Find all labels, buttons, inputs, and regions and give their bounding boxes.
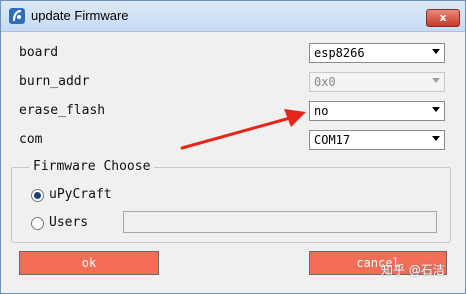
burn-addr-select: 0x0 xyxy=(309,72,445,92)
board-label: board xyxy=(19,45,59,60)
chevron-down-icon xyxy=(432,107,440,112)
window-title: update Firmware xyxy=(31,8,129,23)
burn-addr-value: 0x0 xyxy=(314,75,336,89)
erase-flash-select[interactable]: no xyxy=(309,101,445,121)
app-icon xyxy=(9,8,25,24)
chevron-down-icon xyxy=(432,78,440,83)
erase-flash-label: erase_flash xyxy=(19,103,106,118)
com-select[interactable]: COM17 xyxy=(309,130,445,150)
users-firmware-path-input[interactable] xyxy=(123,211,437,233)
close-button[interactable]: x xyxy=(426,9,460,27)
radio-upycraft-label[interactable]: uPyCraft xyxy=(49,187,112,202)
ok-button[interactable]: ok xyxy=(19,251,159,275)
chevron-down-icon xyxy=(432,49,440,54)
com-value: COM17 xyxy=(314,133,351,147)
com-label: com xyxy=(19,132,43,147)
radio-selected-dot xyxy=(34,192,41,199)
title-bar[interactable]: update Firmware x xyxy=(1,1,465,32)
erase-flash-value: no xyxy=(314,104,329,118)
radio-users-label[interactable]: Users xyxy=(49,215,88,230)
dialog-body: board esp8266 burn_addr 0x0 erase_flash … xyxy=(9,33,457,285)
update-firmware-dialog: update Firmware x board esp8266 burn_add… xyxy=(0,0,466,294)
chevron-down-icon xyxy=(432,136,440,141)
burn-addr-label: burn_addr xyxy=(19,74,90,89)
watermark: 知乎 @石洁 xyxy=(381,263,445,277)
board-select[interactable]: esp8266 xyxy=(309,43,445,63)
board-value: esp8266 xyxy=(314,46,365,60)
radio-upycraft[interactable] xyxy=(31,189,44,202)
radio-users[interactable] xyxy=(31,217,44,230)
firmware-choose-title: Firmware Choose xyxy=(29,159,155,174)
